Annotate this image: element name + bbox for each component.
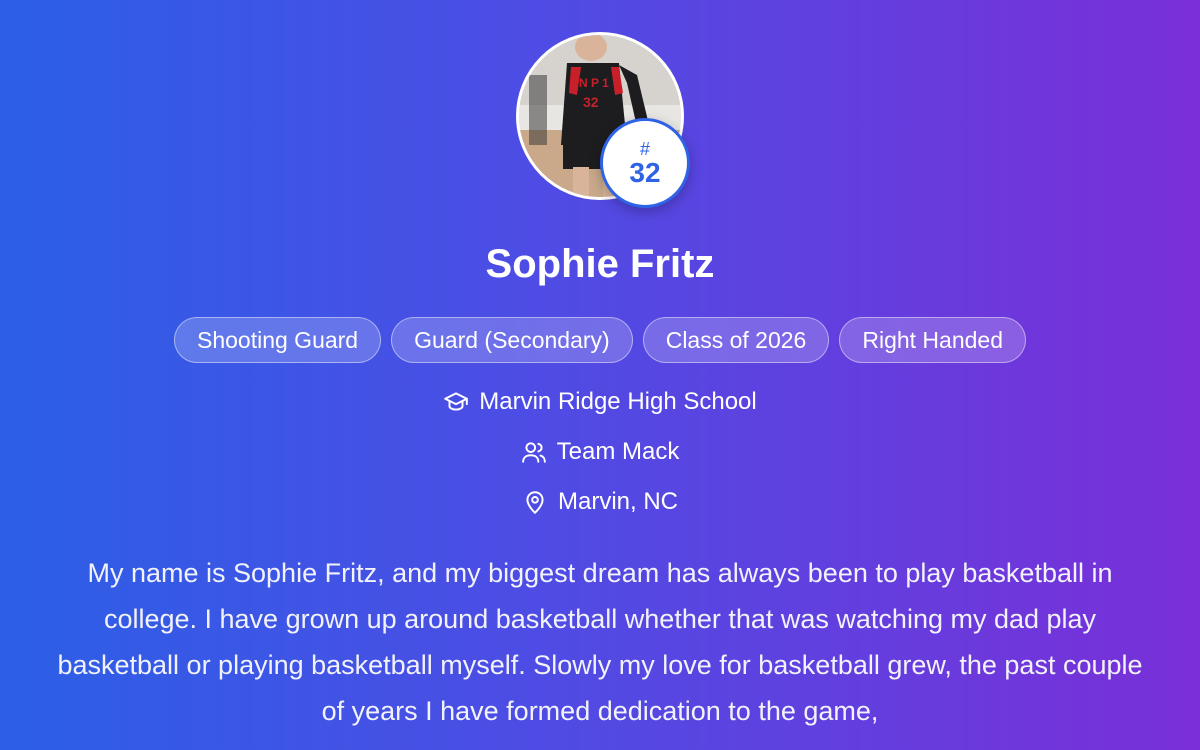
- school-row: Marvin Ridge High School: [0, 388, 1200, 416]
- team-row: Team Mack: [0, 438, 1200, 466]
- jersey-hash: #: [639, 139, 650, 159]
- graduation-cap-icon: [443, 389, 469, 415]
- position-tags: Shooting Guard Guard (Secondary) Class o…: [0, 317, 1200, 363]
- player-name: Sophie Fritz: [485, 242, 715, 286]
- map-pin-icon: [522, 489, 548, 515]
- player-profile: N P 1 32 # 32 Sophie Fritz Shooting Guar…: [0, 0, 1200, 750]
- svg-text:N P 1: N P 1: [579, 76, 609, 90]
- svg-text:32: 32: [583, 94, 599, 110]
- jersey-number-badge: # 32: [600, 118, 690, 208]
- team-name: Team Mack: [556, 438, 680, 465]
- tag-secondary-position: Guard (Secondary): [391, 317, 633, 363]
- location-row: Marvin, NC: [0, 488, 1200, 516]
- tag-handedness: Right Handed: [839, 317, 1026, 363]
- player-bio: My name is Sophie Fritz, and my biggest …: [57, 558, 1143, 726]
- location-text: Marvin, NC: [557, 488, 678, 515]
- tag-primary-position: Shooting Guard: [173, 317, 382, 363]
- school-name: Marvin Ridge High School: [479, 388, 757, 415]
- avatar-container: N P 1 32 # 32: [516, 32, 690, 208]
- users-icon: [521, 439, 547, 465]
- jersey-number: 32: [629, 157, 661, 188]
- tag-class-year: Class of 2026: [642, 317, 830, 363]
